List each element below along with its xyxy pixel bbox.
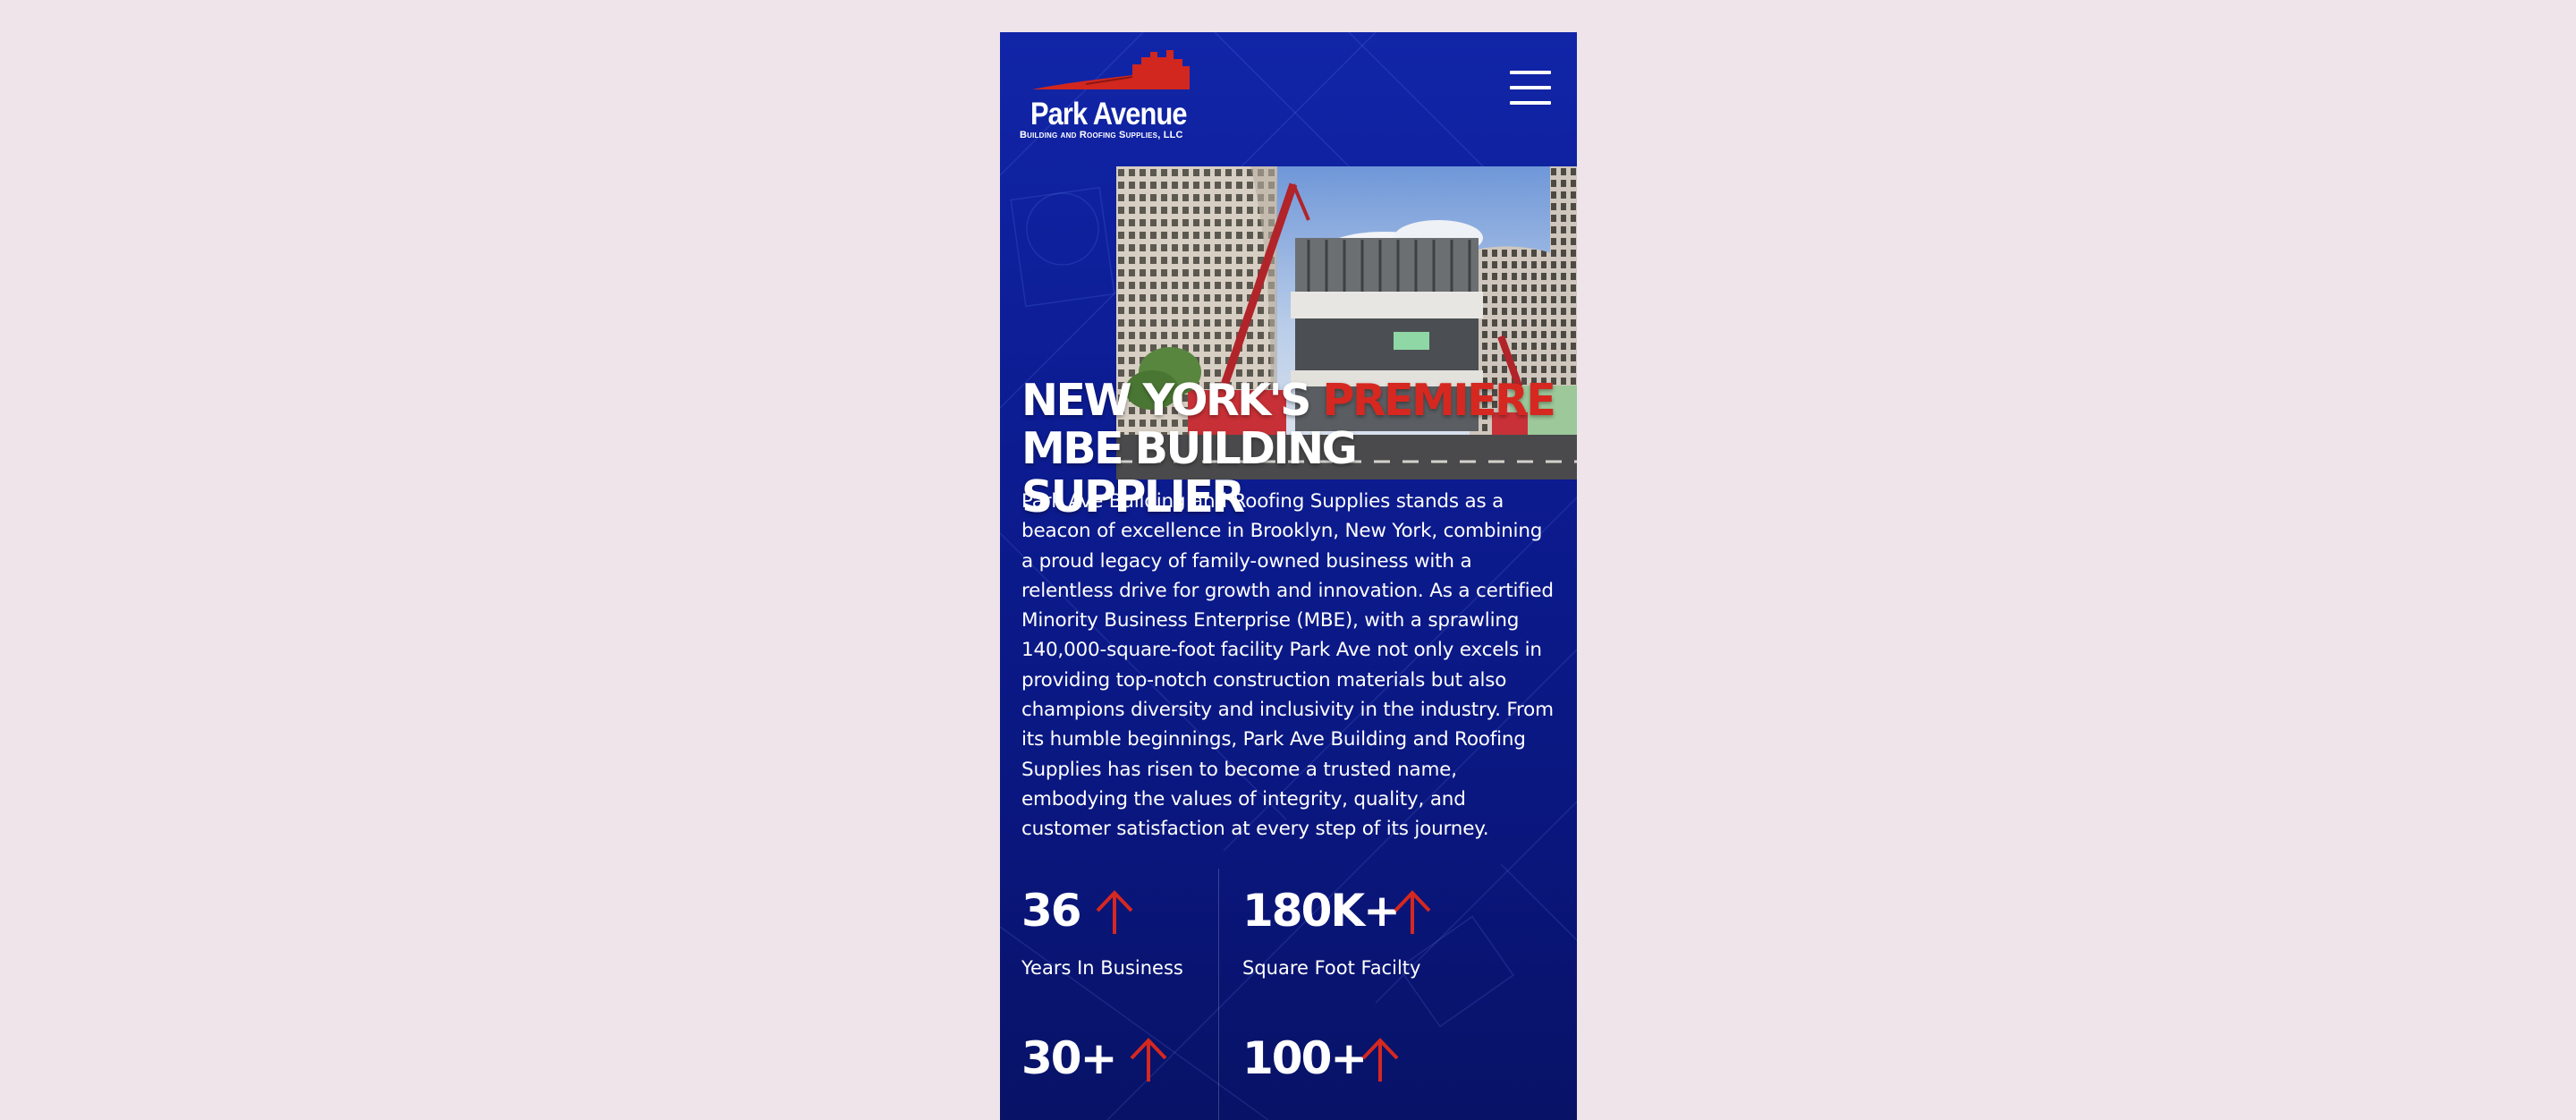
stat-label: Years In Business (1021, 957, 1183, 979)
arrow-up-icon (1361, 1038, 1399, 1082)
brand-logo[interactable]: Park Avenue Building and Roofing Supplie… (1020, 48, 1208, 147)
hero-description: Park Ave Building and Roofing Supplies s… (1021, 490, 1554, 841)
headline-part-1: NEW YORK'S (1021, 375, 1323, 426)
stat-value: 36 (1021, 885, 1082, 937)
stat-value: 180K+ (1242, 885, 1401, 937)
hamburger-menu-icon[interactable] (1510, 71, 1551, 105)
brand-tagline: Building and Roofing Supplies, LLC (1020, 130, 1183, 140)
arrow-up-icon (1394, 890, 1431, 934)
stat-label: Square Foot Facilty (1242, 957, 1421, 979)
stat-value: 30+ (1021, 1032, 1117, 1084)
arrow-up-icon (1130, 1038, 1167, 1082)
headline-accent: PREMIERE (1322, 375, 1556, 426)
arrow-up-icon (1096, 890, 1133, 934)
skyline-roof-icon (1032, 50, 1190, 89)
brand-name: Park Avenue (1030, 97, 1188, 132)
mobile-page: Park Avenue Building and Roofing Supplie… (1000, 32, 1577, 1120)
stats-divider (1218, 869, 1219, 1120)
stat-value: 100+ (1242, 1032, 1368, 1084)
